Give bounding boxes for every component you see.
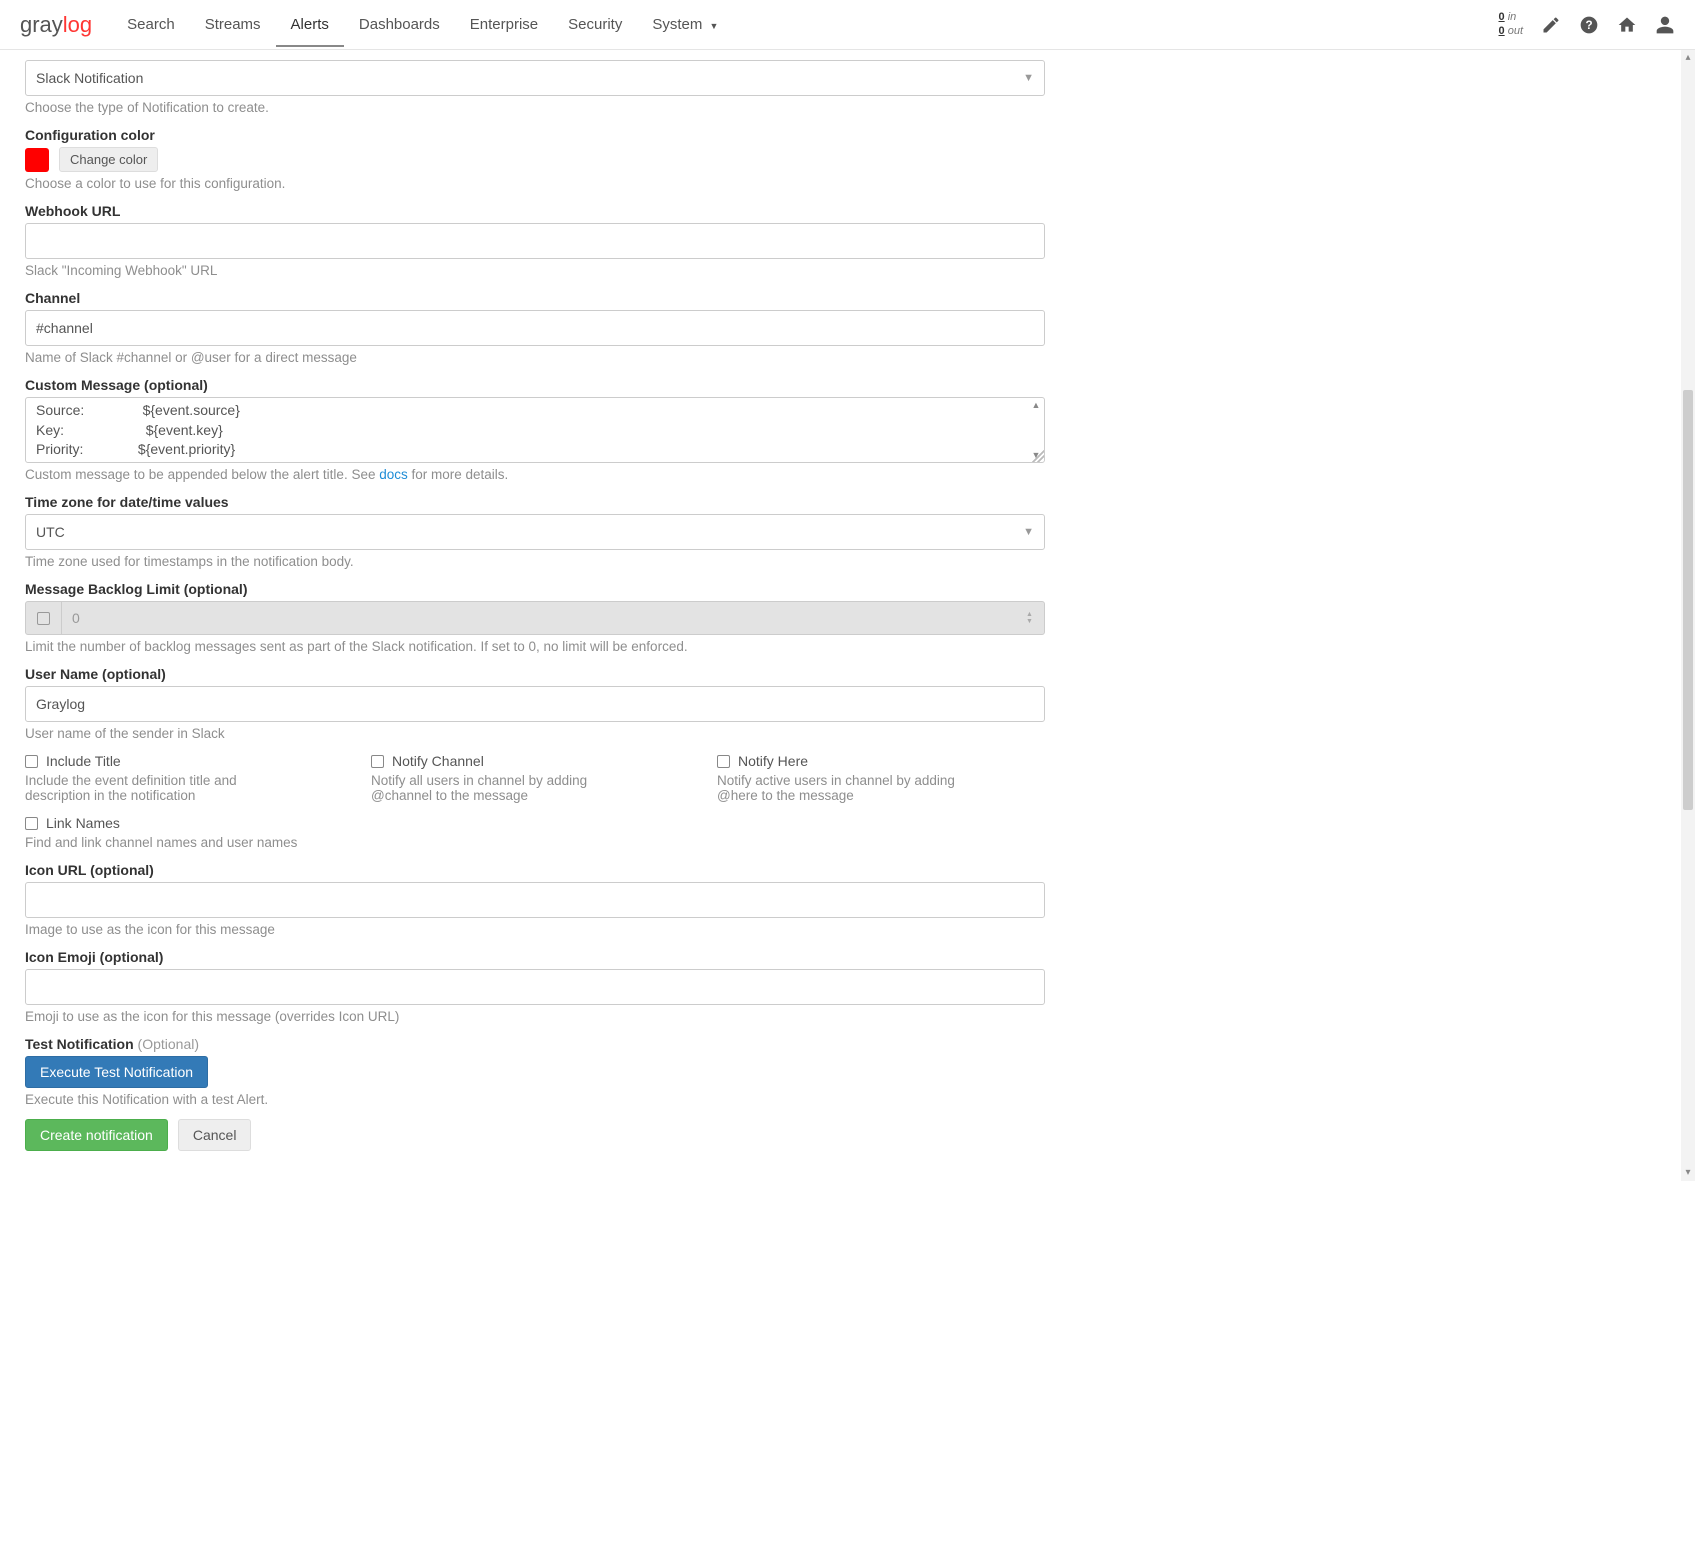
help-text: Limit the number of backlog messages sen… [25,639,1045,654]
help-text: Emoji to use as the icon for this messag… [25,1009,1045,1024]
webhook-url-input[interactable] [25,223,1045,259]
checkbox-label: Include Title [46,753,121,769]
resize-handle-icon[interactable] [1032,450,1044,462]
nav-right: 0 in 0 out ? [1499,11,1675,37]
help-text: Slack "Incoming Webhook" URL [25,263,1045,278]
change-color-button[interactable]: Change color [59,147,158,172]
checkbox-label: Notify Channel [392,753,484,769]
scroll-up-icon[interactable]: ▴ [1683,52,1693,64]
icon-emoji-label: Icon Emoji (optional) [25,949,1045,965]
notification-type-select[interactable]: Slack Notification ▼ [25,60,1045,96]
icon-url-label: Icon URL (optional) [25,862,1045,878]
nav-links: Search Streams Alerts Dashboards Enterpr… [112,2,733,47]
form-content: Slack Notification ▼ Choose the type of … [0,50,1070,1181]
select-value: UTC [36,524,65,540]
svg-text:?: ? [1585,19,1592,32]
chevron-down-icon: ▼ [1023,526,1034,538]
logo-text-1: gray [20,12,63,37]
help-text: Image to use as the icon for this messag… [25,922,1045,937]
nav-system[interactable]: System ▼ [637,2,733,47]
chevron-down-icon: ▼ [710,21,719,31]
cancel-button[interactable]: Cancel [178,1119,252,1151]
backlog-limit-input[interactable]: 0 ▲▼ [25,601,1045,635]
config-color-label: Configuration color [25,127,1045,143]
help-text: Find and link channel names and user nam… [25,835,1045,850]
custom-message-textarea[interactable]: Source: ${event.source} Key: ${event.key… [25,397,1045,463]
backlog-enable-checkbox[interactable] [26,602,62,634]
username-label: User Name (optional) [25,666,1045,682]
icon-url-input[interactable] [25,882,1045,918]
username-input[interactable] [25,686,1045,722]
custom-message-label: Custom Message (optional) [25,377,1045,393]
checkbox-label: Link Names [46,815,120,831]
webhook-url-label: Webhook URL [25,203,1045,219]
select-value: Slack Notification [36,70,143,86]
help-text: Time zone used for timestamps in the not… [25,554,1045,569]
execute-test-button[interactable]: Execute Test Notification [25,1056,208,1088]
user-icon[interactable] [1655,15,1675,35]
chevron-down-icon: ▼ [1023,72,1034,84]
checkbox-label: Notify Here [738,753,808,769]
help-text: Include the event definition title and d… [25,773,305,803]
nav-streams[interactable]: Streams [190,2,276,47]
nav-enterprise[interactable]: Enterprise [455,2,553,47]
link-names-checkbox[interactable]: Link Names [25,815,1045,831]
logo[interactable]: graylog [20,12,92,38]
nav-search[interactable]: Search [112,2,190,47]
edit-icon[interactable] [1541,15,1561,35]
help-text: User name of the sender in Slack [25,726,1045,741]
nav-alerts[interactable]: Alerts [276,2,344,47]
placeholder-text: 0 [72,610,80,626]
docs-link[interactable]: docs [379,467,408,482]
timezone-select[interactable]: UTC ▼ [25,514,1045,550]
color-swatch[interactable] [25,148,49,172]
notify-channel-checkbox[interactable]: Notify Channel [371,753,677,769]
help-text: Execute this Notification with a test Al… [25,1092,1045,1107]
throughput-indicator[interactable]: 0 in 0 out [1499,11,1523,37]
help-text: Custom message to be appended below the … [25,467,1045,482]
help-text: Notify active users in channel by adding… [717,773,997,803]
test-notification-label: Test Notification (Optional) [25,1036,1045,1052]
channel-input[interactable] [25,310,1045,346]
page-scrollbar[interactable]: ▴ ▾ [1681,50,1695,1181]
help-text: Choose the type of Notification to creat… [25,100,1045,115]
notify-here-checkbox[interactable]: Notify Here [717,753,1023,769]
timezone-label: Time zone for date/time values [25,494,1045,510]
help-icon[interactable]: ? [1579,15,1599,35]
channel-label: Channel [25,290,1045,306]
top-nav: graylog Search Streams Alerts Dashboards… [0,0,1695,50]
backlog-label: Message Backlog Limit (optional) [25,581,1045,597]
scroll-down-icon[interactable]: ▾ [1683,1167,1693,1179]
icon-emoji-input[interactable] [25,969,1045,1005]
home-icon[interactable] [1617,15,1637,35]
help-text: Choose a color to use for this configura… [25,176,1045,191]
help-text: Name of Slack #channel or @user for a di… [25,350,1045,365]
scroll-thumb[interactable] [1683,390,1693,810]
help-text: Notify all users in channel by adding @c… [371,773,651,803]
create-notification-button[interactable]: Create notification [25,1119,168,1151]
number-spinner-icon[interactable]: ▲▼ [1026,610,1038,626]
logo-text-2: log [63,12,92,37]
nav-security[interactable]: Security [553,2,637,47]
nav-dashboards[interactable]: Dashboards [344,2,455,47]
include-title-checkbox[interactable]: Include Title [25,753,331,769]
